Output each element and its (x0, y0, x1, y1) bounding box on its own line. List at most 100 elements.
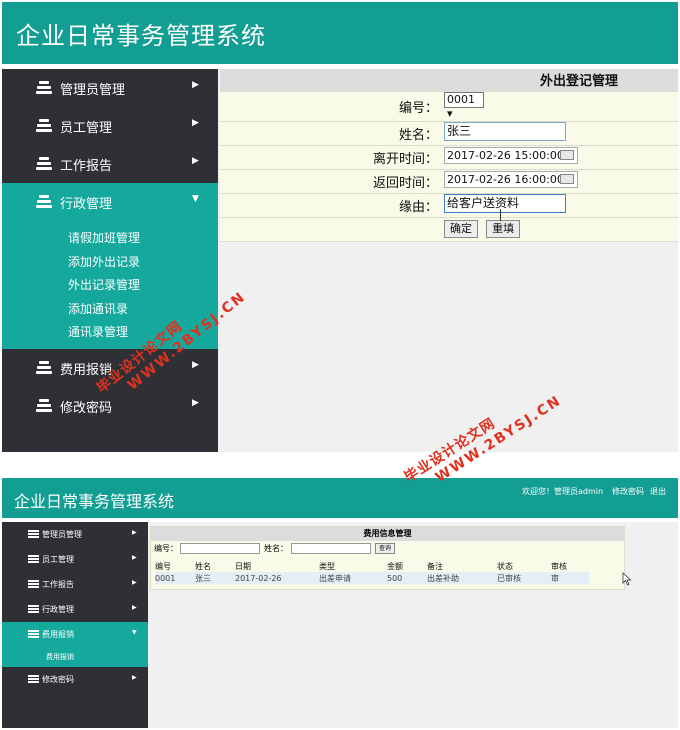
sidebar-submenu: 费用报销 (2, 647, 148, 667)
mouse-pointer-icon (622, 572, 632, 586)
cell-remark: 出差补助 (427, 572, 497, 584)
query-button[interactable]: 查询 (375, 543, 396, 554)
chevron-down-icon: ▼ (192, 194, 199, 204)
cell-id: 0001 (155, 572, 195, 584)
welcome-text: 欢迎您！管理员admin (522, 487, 604, 496)
chevron-right-icon: ▶ (132, 554, 137, 561)
name-label: 姓名： (264, 544, 288, 553)
submenu-item-leave-overtime[interactable]: 请假加班管理 (2, 227, 218, 251)
calendar-icon[interactable] (560, 149, 574, 160)
calendar-icon[interactable] (560, 173, 574, 184)
form-row-return: 返回时间： 2017-02-26 16:00:00 (220, 169, 678, 194)
reason-label: 缘由： (220, 193, 440, 218)
confirm-button[interactable]: 确定 (444, 220, 478, 238)
sidebar-item-staff[interactable]: 员工管理 ▶ (2, 107, 218, 145)
app-title: 企业日常事务管理系统 (14, 492, 175, 511)
stack-icon (28, 675, 39, 684)
name-input[interactable]: 张三 (444, 121, 566, 141)
stack-icon (36, 119, 52, 132)
sidebar-item-reports[interactable]: 工作报告 ▶ (2, 145, 218, 183)
stack-icon (36, 157, 52, 170)
text-cursor-icon (500, 209, 501, 221)
stack-icon (28, 605, 39, 614)
chevron-right-icon: ▶ (192, 359, 199, 370)
sidebar-item-admin[interactable]: 管理员管理 ▶ (2, 522, 148, 547)
col-name: 姓名 (195, 562, 211, 571)
col-date: 日期 (235, 562, 251, 571)
id-search-input[interactable] (180, 543, 260, 554)
cell-type: 出差申请 (319, 572, 387, 584)
col-remark: 备注 (427, 562, 443, 571)
sidebar-item-password[interactable]: 修改密码 ▶ (2, 667, 148, 692)
chevron-right-icon: ▶ (132, 674, 137, 681)
chevron-right-icon: ▶ (192, 118, 199, 128)
chevron-down-icon: ▼ (132, 629, 137, 636)
form-row-name: 姓名： 张三 (220, 121, 678, 146)
search-bar: 编号： 姓名： 查询 (151, 541, 624, 556)
app-header: 企业日常事务管理系统 欢迎您！管理员admin 修改密码 退出 (2, 478, 678, 518)
sidebar-item-administration[interactable]: 行政管理 ▶ (2, 597, 148, 622)
screen-expense-manage: 企业日常事务管理系统 欢迎您！管理员admin 修改密码 退出 管理员管理 ▶ … (2, 478, 678, 728)
return-time-input[interactable]: 2017-02-26 16:00:00 (444, 170, 578, 188)
leave-time-value: 2017-02-26 15:00:00 (447, 148, 564, 162)
sidebar-item-label: 修改密码 (42, 675, 74, 684)
app-header: 企业日常事务管理系统 (2, 2, 678, 64)
col-amount: 金额 (387, 562, 403, 571)
sidebar-item-label: 员工管理 (42, 555, 74, 564)
stack-icon (28, 530, 39, 539)
submenu-item-outing-manage[interactable]: 外出记录管理 (2, 274, 218, 298)
stack-icon (28, 580, 39, 589)
logout-link[interactable]: 退出 (650, 486, 666, 497)
change-password-link[interactable]: 修改密码 (612, 486, 644, 497)
return-time-value: 2017-02-26 16:00:00 (447, 172, 564, 186)
main-content: 外出登记管理 编号： 0001 ▾ 姓名： 张三 离开时间： 2017-02-2… (220, 69, 678, 452)
stack-icon (36, 81, 52, 94)
form-row-id: 编号： 0001 ▾ (220, 91, 678, 122)
sidebar-item-administration[interactable]: 行政管理 ▼ (2, 183, 218, 221)
sidebar-item-label: 行政管理 (42, 605, 74, 614)
col-status: 状态 (497, 562, 513, 571)
cell-date: 2017-02-26 (235, 572, 319, 584)
app-title: 企业日常事务管理系统 (16, 22, 266, 50)
stack-icon (28, 555, 39, 564)
name-label: 姓名： (220, 121, 440, 146)
sidebar-item-label: 修改密码 (60, 400, 113, 416)
reason-input[interactable]: 给客户送资料 (444, 193, 566, 213)
cell-amount: 500 (387, 572, 427, 584)
submenu-item-add-outing[interactable]: 添加外出记录 (2, 251, 218, 275)
sidebar-item-staff[interactable]: 员工管理 ▶ (2, 547, 148, 572)
expense-panel: 费用信息管理 编号： 姓名： 查询 编号 姓名 日期 类型 金额 备注 状态 审… (150, 526, 625, 590)
outing-form: 外出登记管理 编号： 0001 ▾ 姓名： 张三 离开时间： 2017-02-2… (220, 69, 678, 242)
leave-time-input[interactable]: 2017-02-26 15:00:00 (444, 146, 578, 164)
sidebar-item-label: 工作报告 (60, 159, 113, 174)
sidebar-item-label: 行政管理 (60, 197, 113, 212)
cell-audit-link[interactable]: 审 (551, 572, 589, 584)
sidebar-item-reports[interactable]: 工作报告 ▶ (2, 572, 148, 597)
sidebar-item-admin[interactable]: 管理员管理 ▶ (2, 69, 218, 107)
return-time-label: 返回时间： (220, 169, 440, 194)
chevron-right-icon: ▶ (192, 156, 199, 166)
reset-button[interactable]: 重填 (486, 220, 521, 238)
table-header-row: 编号 姓名 日期 类型 金额 备注 状态 审核 (155, 561, 589, 572)
sidebar: 管理员管理 ▶ 员工管理 ▶ 工作报告 ▶ 行政管理 ▶ 费用报销 ▼ 费用报销… (2, 522, 148, 728)
sidebar-item-label: 管理员管理 (42, 530, 82, 539)
chevron-right-icon: ▶ (192, 397, 199, 408)
sidebar-item-expenses[interactable]: 费用报销 ▼ (2, 622, 148, 647)
stack-icon (36, 195, 52, 208)
chevron-right-icon: ▶ (192, 80, 199, 90)
id-label: 编号： (154, 544, 178, 553)
stack-icon (36, 398, 52, 412)
stack-icon (28, 630, 39, 639)
leave-time-label: 离开时间： (220, 145, 440, 170)
cell-status: 已审核 (497, 572, 551, 584)
table-row[interactable]: 0001 张三 2017-02-26 出差申请 500 出差补助 已审核 审 (155, 572, 589, 584)
col-audit: 审核 (551, 562, 567, 571)
name-search-input[interactable] (291, 543, 371, 554)
employee-id-select[interactable]: 0001 ▾ (444, 91, 484, 120)
chevron-right-icon: ▶ (132, 529, 137, 536)
form-title: 外出登记管理 (220, 69, 678, 92)
submenu-item-expenses[interactable]: 费用报销 (2, 647, 148, 667)
stack-icon (36, 360, 52, 374)
id-label: 编号： (220, 91, 440, 122)
sidebar-item-label: 管理员管理 (60, 83, 126, 98)
